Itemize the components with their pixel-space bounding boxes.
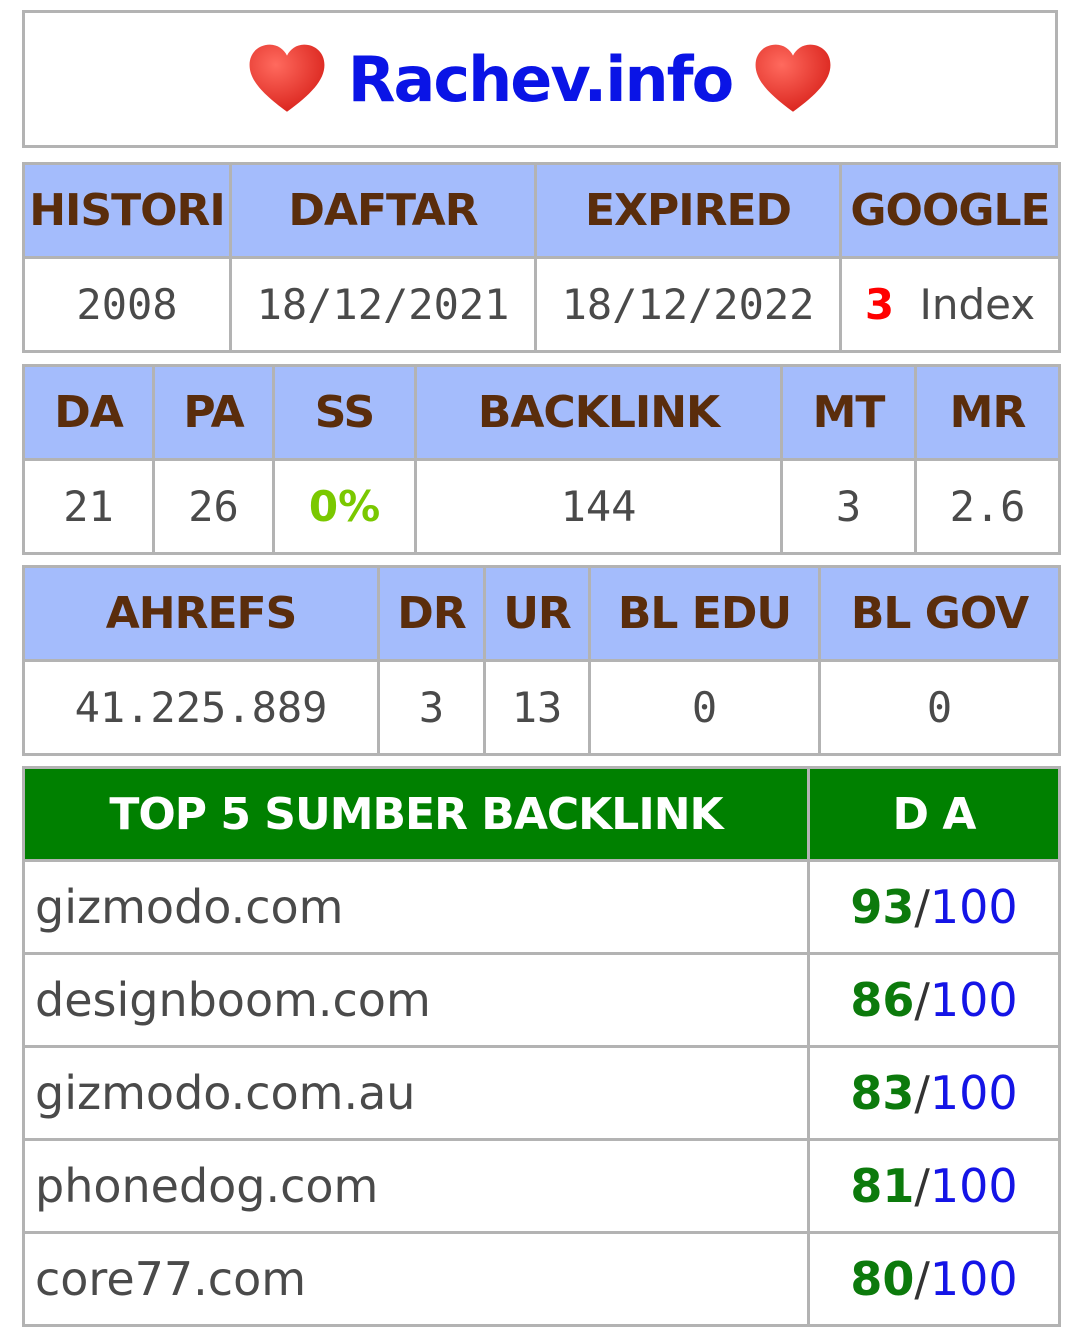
header-ahrefs: AHREFS bbox=[22, 565, 380, 662]
header-ss: SS bbox=[272, 364, 417, 461]
backlink-site[interactable]: core77.com bbox=[22, 1231, 810, 1327]
backlink-site[interactable]: gizmodo.com bbox=[22, 859, 810, 955]
heart-icon bbox=[249, 44, 325, 112]
header-dr: DR bbox=[377, 565, 486, 662]
google-index-value: 3 Index bbox=[839, 256, 1061, 353]
backlink-site[interactable]: phonedog.com bbox=[22, 1138, 810, 1234]
table-row: designboom.com 86/100 bbox=[22, 952, 1061, 1048]
table-row: core77.com 80/100 bbox=[22, 1231, 1061, 1327]
ss-value: 0% bbox=[272, 458, 417, 555]
da-max: 100 bbox=[929, 1159, 1018, 1213]
bl-edu-value: 0 bbox=[588, 659, 821, 756]
backlink-site[interactable]: gizmodo.com.au bbox=[22, 1045, 810, 1141]
ur-value: 13 bbox=[483, 659, 591, 756]
da-max: 100 bbox=[929, 973, 1018, 1027]
ahrefs-metrics-table: AHREFS DR UR BL EDU BL GOV 41.225.889 3 … bbox=[22, 565, 1061, 756]
backlink-da: 86/100 bbox=[807, 952, 1061, 1048]
top-backlinks-table: TOP 5 SUMBER BACKLINK D A gizmodo.com 93… bbox=[22, 766, 1061, 1327]
backlink-da: 83/100 bbox=[807, 1045, 1061, 1141]
da-slash: / bbox=[914, 1252, 930, 1306]
table-row: phonedog.com 81/100 bbox=[22, 1138, 1061, 1234]
header-daftar: DAFTAR bbox=[229, 162, 537, 259]
histori-value: 2008 bbox=[22, 256, 232, 353]
header-mt: MT bbox=[780, 364, 917, 461]
header-google: GOOGLE bbox=[839, 162, 1061, 259]
table-row: gizmodo.com.au 83/100 bbox=[22, 1045, 1061, 1141]
da-slash: / bbox=[914, 1066, 930, 1120]
ahrefs-rank-value: 41.225.889 bbox=[22, 659, 380, 756]
site-title[interactable]: Rachev.info bbox=[348, 43, 734, 116]
da-score: 93 bbox=[850, 880, 915, 934]
da-max: 100 bbox=[929, 1066, 1018, 1120]
da-max: 100 bbox=[929, 1252, 1018, 1306]
header-backlink: BACKLINK bbox=[414, 364, 783, 461]
da-score: 86 bbox=[850, 973, 915, 1027]
expired-value: 18/12/2022 bbox=[534, 256, 842, 353]
header-expired: EXPIRED bbox=[534, 162, 842, 259]
header-bl-gov: BL GOV bbox=[818, 565, 1061, 662]
header-pa: PA bbox=[152, 364, 275, 461]
da-value: 21 bbox=[22, 458, 155, 555]
da-max: 100 bbox=[929, 880, 1018, 934]
backlink-da: 80/100 bbox=[807, 1231, 1061, 1327]
mt-value: 3 bbox=[780, 458, 917, 555]
spam-score: 0% bbox=[308, 482, 381, 531]
header-histori: HISTORI bbox=[22, 162, 232, 259]
da-score: 81 bbox=[850, 1159, 915, 1213]
heart-icon bbox=[755, 44, 831, 112]
table-row: gizmodo.com 93/100 bbox=[22, 859, 1061, 955]
da-slash: / bbox=[914, 1159, 930, 1213]
header-da: DA bbox=[22, 364, 155, 461]
google-index-count: 3 bbox=[864, 280, 895, 329]
header-bl-edu: BL EDU bbox=[588, 565, 821, 662]
header-da-score: D A bbox=[807, 766, 1061, 862]
backlink-da: 81/100 bbox=[807, 1138, 1061, 1234]
backlink-value: 144 bbox=[414, 458, 783, 555]
google-index-label: Index bbox=[919, 280, 1036, 329]
site-title-banner: Rachev.info bbox=[22, 10, 1058, 148]
da-slash: / bbox=[914, 880, 930, 934]
dr-value: 3 bbox=[377, 659, 486, 756]
backlink-site[interactable]: designboom.com bbox=[22, 952, 810, 1048]
header-mr: MR bbox=[914, 364, 1061, 461]
header-top-backlinks: TOP 5 SUMBER BACKLINK bbox=[22, 766, 810, 862]
da-score: 83 bbox=[850, 1066, 915, 1120]
domain-info-table: HISTORI DAFTAR EXPIRED GOOGLE 2008 18/12… bbox=[22, 162, 1061, 353]
moz-metrics-table: DA PA SS BACKLINK MT MR 21 26 0% 144 3 2… bbox=[22, 364, 1061, 555]
header-ur: UR bbox=[483, 565, 591, 662]
daftar-value: 18/12/2021 bbox=[229, 256, 537, 353]
da-score: 80 bbox=[850, 1252, 915, 1306]
pa-value: 26 bbox=[152, 458, 275, 555]
mr-value: 2.6 bbox=[914, 458, 1061, 555]
bl-gov-value: 0 bbox=[818, 659, 1061, 756]
backlink-da: 93/100 bbox=[807, 859, 1061, 955]
da-slash: / bbox=[914, 973, 930, 1027]
